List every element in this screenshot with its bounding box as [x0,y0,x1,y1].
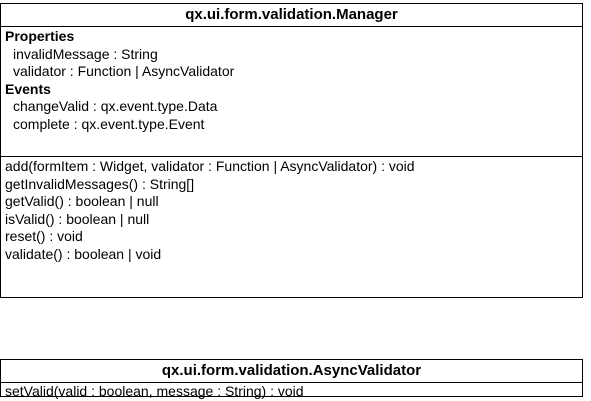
event-complete: complete : qx.event.type.Event [13,115,205,132]
event-change-valid: changeValid : qx.event.type.Data [13,98,218,115]
method-is-valid: isValid() : boolean | null [5,210,150,227]
method-add: add(formItem : Widget, validator : Funct… [5,158,415,174]
properties-heading: Properties [5,28,75,44]
async-validator-class-box: qx.ui.form.validation.AsyncValidator set… [0,359,583,399]
method-get-valid: getValid() : boolean | null [5,193,159,210]
manager-class-box: qx.ui.form.validation.Manager Properties… [0,3,583,298]
property-invalid-message: invalidMessage : String [13,45,158,62]
events-heading: Events [5,80,51,97]
method-get-invalid-messages: getInvalidMessages() : String[] [5,175,195,192]
async-validator-class-title: qx.ui.form.validation.AsyncValidator [1,360,582,383]
manager-attributes-section: Properties invalidMessage : String valid… [1,27,582,157]
property-validator: validator : Function | AsyncValidator [13,63,235,80]
method-reset: reset() : void [5,228,83,245]
async-validator-methods-section: setValid(valid : boolean, message : Stri… [1,383,582,401]
manager-methods-section: add(formItem : Widget, validator : Funct… [1,157,582,264]
manager-class-title: qx.ui.form.validation.Manager [1,4,582,27]
method-validate: validate() : boolean | void [5,245,162,262]
method-set-valid: setValid(valid : boolean, message : Stri… [5,383,304,399]
